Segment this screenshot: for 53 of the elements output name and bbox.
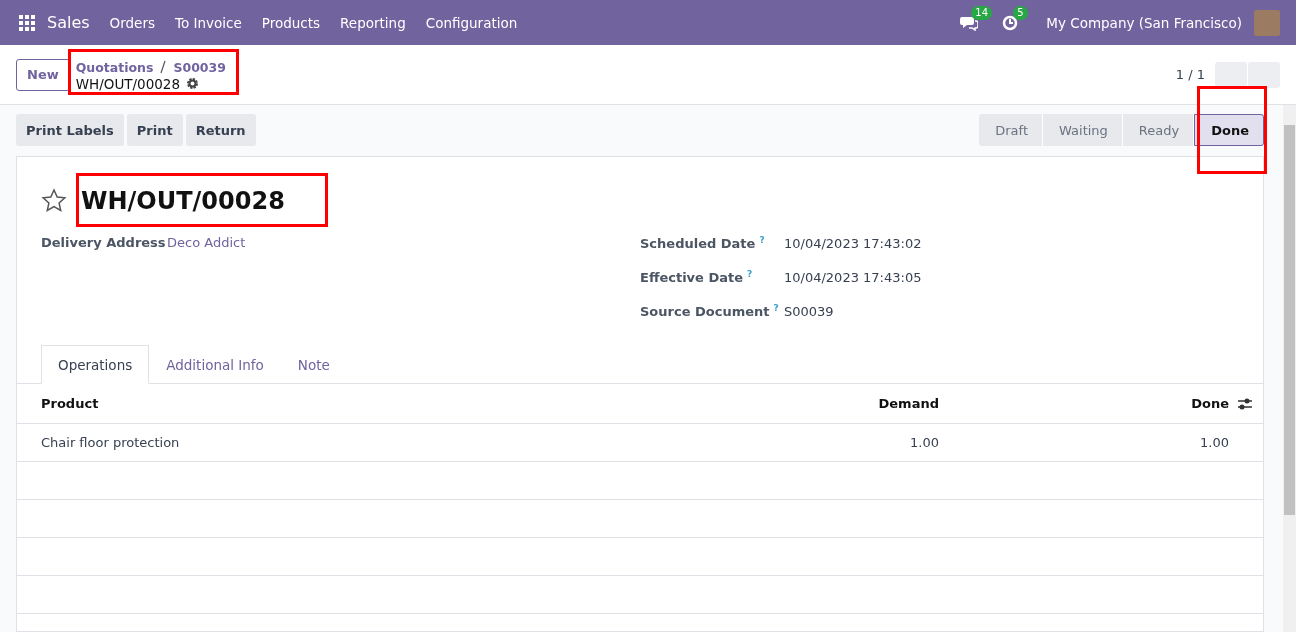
notebook-tab[interactable]: Operations [41,345,150,384]
notebook-tab[interactable]: Note [280,345,347,384]
field-label: Effective Date [640,270,744,286]
field-link[interactable]: Deco Addict [167,235,246,250]
chat-icon[interactable] [960,14,979,31]
column-settings-icon[interactable] [1237,396,1253,411]
action-button[interactable]: Return [185,114,256,146]
next-button[interactable] [1248,61,1280,88]
stage-step[interactable]: Done [1194,114,1264,146]
app-name[interactable]: Sales [47,13,90,32]
message-count: 14 [971,5,992,20]
field-label: Delivery Address [41,235,167,250]
breadcrumb-link[interactable]: S00039 [173,59,226,75]
menu-item[interactable]: Orders [109,14,155,31]
activity-count: 5 [1013,5,1028,20]
gear-icon[interactable] [186,77,199,90]
breadcrumb-current: WH/OUT/00028 [75,75,180,92]
menu-item[interactable]: Products [261,14,321,31]
notebook-tab[interactable]: Additional Info [149,345,281,384]
field-value: 10/04/2023 17:43:02 [784,236,922,252]
menu-item[interactable]: Configuration [425,14,518,31]
star-icon[interactable] [41,188,67,214]
column-header: Done [1190,396,1229,411]
breadcrumb-link[interactable]: Quotations [75,59,154,75]
table-cell-text: Chair floor protection [41,435,181,450]
stage-step[interactable]: Draft [979,114,1044,146]
table-cell-text: 1.00 [1199,435,1229,450]
apps-menu-icon[interactable] [19,14,35,31]
menu-item[interactable]: Reporting [340,14,406,31]
field-value: S00039 [784,304,834,320]
action-button[interactable]: Print Labels [16,114,124,146]
slash-separator-icon[interactable] [159,60,168,74]
menu-item[interactable]: To Invoice [175,14,242,31]
field-label: Scheduled Date [640,236,756,252]
table-row[interactable]: Chair floor protection 1.00 1.00 [17,424,1263,462]
previous-button[interactable] [1215,61,1247,88]
clock-icon[interactable] [1002,14,1019,31]
company-switcher[interactable]: My Company (San Francisco) [1046,14,1242,31]
help-tooltip-marker[interactable]: ? [747,269,753,279]
field-value: 10/04/2023 17:43:05 [784,270,922,286]
scrollbar[interactable] [1283,105,1296,632]
column-header: Demand [877,396,939,411]
stage-step[interactable]: Waiting [1043,114,1123,146]
record-title: WH/OUT/00028 [81,189,285,213]
table-cell-text: 1.00 [909,435,939,450]
new-button[interactable]: New [16,58,70,91]
help-tooltip-marker[interactable]: ? [759,235,765,245]
help-tooltip-marker[interactable]: ? [773,303,779,313]
scrollbar-thumb[interactable] [1284,125,1295,515]
column-header: Product [41,396,100,411]
action-button[interactable]: Print [126,114,183,146]
pager-value: 1 / 1 [1175,67,1205,82]
field-label: Source Document [640,304,770,320]
